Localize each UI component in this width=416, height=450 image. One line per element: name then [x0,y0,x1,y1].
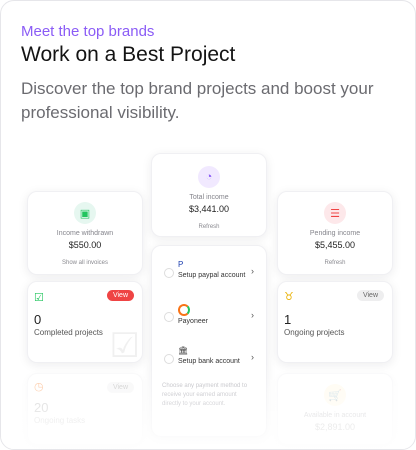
bank-option[interactable]: 🏛 Setup bank account › [164,346,254,376]
ongoing-label: Ongoing projects [284,328,345,337]
ongoing-view-button[interactable]: View [356,290,384,301]
card-description: Discover the top brand projects and boos… [21,79,374,122]
clock-icon: ◷ [34,381,44,393]
show-all-invoices-link[interactable]: Show all invoices [28,260,142,266]
income-withdrawn-amount: $550.00 [68,240,102,250]
tasks-count: 20 [34,400,49,415]
radio-icon [164,268,174,278]
total-income-amount: $3,441.00 [188,204,230,214]
check-watermark-icon: ☑ [109,327,140,365]
available-amount: $2,891.00 [314,422,356,432]
available-balance-tile: 🛒 Available in account $2,891.00 [277,373,393,445]
card-title: Work on a Best Project [21,43,236,66]
dashboard-preview: ◔ Total income $3,441.00 Refresh ▣ Incom… [1,151,415,449]
completed-projects-tile: ☑ View 0 Completed projects ☑ [27,281,143,365]
ongoing-projects-tile: ♉ View 1 Ongoing projects [277,281,393,363]
eyebrow-text: Meet the top brands [21,23,155,40]
total-income-refresh-link[interactable]: Refresh [152,224,266,230]
bank-icon: 🏛 [178,346,189,355]
check-square-icon: ☑ [34,292,44,304]
total-income-tile: ◔ Total income $3,441.00 Refresh [151,153,267,237]
paypal-icon: P [178,260,184,269]
chevron-right-icon: › [251,266,254,276]
wallet-icon: ▣ [74,202,96,224]
completed-count: 0 [34,312,42,327]
award-icon: ♉ [284,291,294,303]
paypal-option-label: Setup paypal account [178,272,246,279]
promo-card: Meet the top brands Work on a Best Proje… [0,0,416,450]
pending-income-refresh-link[interactable]: Refresh [278,260,392,266]
bank-option-label: Setup bank account [178,358,240,365]
completed-label: Completed projects [34,328,103,337]
pending-income-tile: ☰ Pending income $5,455.00 Refresh [277,191,393,275]
paypal-option[interactable]: P Setup paypal account › [164,260,254,290]
payment-helper-text: Choose any payment method to receive you… [162,383,248,407]
ongoing-tasks-tile: ◷ View 20 Ongoing tasks [27,373,143,445]
income-withdrawn-tile: ▣ Income withdrawn $550.00 Show all invo… [27,191,143,275]
tasks-view-button[interactable]: View [106,382,134,393]
pending-income-label: Pending income [309,230,361,237]
payoneer-icon [178,304,190,316]
income-withdrawn-label: Income withdrawn [56,230,114,237]
available-label: Available in account [303,412,367,419]
pie-chart-icon: ◔ [198,166,220,188]
radio-icon [164,312,174,322]
payment-setup-tile: P Setup paypal account › Payoneer › 🏛 Se… [151,245,267,437]
radio-icon [164,354,174,364]
total-income-label: Total income [189,194,229,201]
tasks-label: Ongoing tasks [34,416,86,425]
chevron-right-icon: › [251,352,254,362]
pending-income-amount: $5,455.00 [314,240,356,250]
server-icon: ☰ [324,202,346,224]
chevron-right-icon: › [251,310,254,320]
completed-view-button[interactable]: View [106,290,134,301]
ongoing-count: 1 [284,312,292,327]
cart-icon: 🛒 [324,384,346,406]
payoneer-option-label: Payoneer [178,318,208,325]
payoneer-option[interactable]: Payoneer › [164,304,254,334]
